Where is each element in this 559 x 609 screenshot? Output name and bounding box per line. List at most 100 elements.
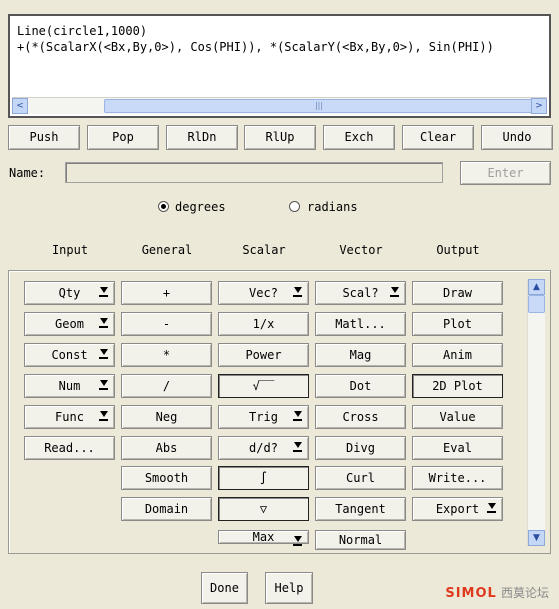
scroll-right-icon[interactable]: >	[531, 98, 547, 114]
dropdown-arrow-icon	[99, 411, 109, 421]
dropdown-arrow-icon	[99, 318, 109, 328]
input-const-button-label: Const	[51, 348, 88, 362]
scalar-trig-button-label: Trig	[249, 410, 278, 424]
vector-scal-button[interactable]: Scal?	[315, 281, 406, 305]
expression-textarea[interactable]: Line(circle1,1000) +(*(ScalarX(<Bx,By,0>…	[8, 14, 551, 118]
radio-selected-dot	[161, 204, 166, 209]
output-export-button[interactable]: Export	[412, 497, 503, 521]
expression-line-2: +(*(ScalarX(<Bx,By,0>), Cos(PHI)), *(Sca…	[17, 40, 494, 54]
vector-divg-button-label: Divg	[346, 441, 375, 455]
input-read-button[interactable]: Read...	[24, 436, 115, 460]
scalar-vec-button[interactable]: Vec?	[218, 281, 309, 305]
stack-rlup-button[interactable]: RlUp	[244, 125, 316, 150]
output-eval-button[interactable]: Eval	[412, 436, 503, 460]
scalar-power-button[interactable]: Power	[218, 343, 309, 367]
input-qty-button[interactable]: Qty	[24, 281, 115, 305]
output-anim-button[interactable]: Anim	[412, 343, 503, 367]
stack-exch-button-label: Exch	[344, 130, 374, 144]
stack-rlup-button-label: RlUp	[265, 130, 295, 144]
stack-push-button[interactable]: Push	[8, 125, 80, 150]
name-input[interactable]	[65, 162, 443, 183]
scalar-gradient-button[interactable]: ▽	[218, 497, 309, 521]
stack-exch-button[interactable]: Exch	[323, 125, 395, 150]
expression-line-1: Line(circle1,1000)	[17, 24, 148, 38]
dropdown-arrow-icon	[293, 411, 303, 421]
input-num-button-label: Num	[58, 379, 81, 393]
watermark-brand: SIMOL	[445, 586, 497, 601]
general-divide-button-label: /	[162, 379, 171, 393]
stack-rldn-button-label: RlDn	[187, 130, 217, 144]
horizontal-scrollbar[interactable]: < ||| >	[12, 97, 547, 114]
general-plus-button-label: +	[162, 286, 171, 300]
column-header-vector: Vector	[339, 243, 383, 257]
vector-tangent-button[interactable]: Tangent	[315, 497, 406, 521]
vector-divg-button[interactable]: Divg	[315, 436, 406, 460]
vector-cross-button-label: Cross	[342, 410, 379, 424]
scalar-trig-button[interactable]: Trig	[218, 405, 309, 429]
output-2d-plot-button[interactable]: 2D Plot	[412, 374, 503, 398]
general-neg-button[interactable]: Neg	[121, 405, 212, 429]
vector-dot-button[interactable]: Dot	[315, 374, 406, 398]
degrees-radio[interactable]	[158, 201, 169, 212]
stack-rldn-button[interactable]: RlDn	[166, 125, 238, 150]
input-func-button[interactable]: Func	[24, 405, 115, 429]
dropdown-arrow-icon	[487, 503, 497, 513]
scroll-up-icon[interactable]: ▲	[528, 279, 545, 295]
vector-scal-button-label: Scal?	[342, 286, 379, 300]
stack-undo-button-label: Undo	[502, 130, 532, 144]
name-label: Name:	[9, 166, 46, 180]
stack-clear-button[interactable]: Clear	[402, 125, 474, 150]
output-draw-button[interactable]: Draw	[412, 281, 503, 305]
scalar-integral-button[interactable]: ∫	[218, 466, 309, 490]
output-write-button[interactable]: Write...	[412, 466, 503, 490]
watermark-logo: SIMOL 西莫论坛	[445, 584, 549, 601]
vector-curl-button[interactable]: Curl	[315, 466, 406, 490]
vector-dot-button-label: Dot	[349, 379, 372, 393]
horizontal-scroll-thumb[interactable]: |||	[104, 99, 534, 113]
scalar-sqrt-button[interactable]: √‾‾	[218, 374, 309, 398]
scroll-left-icon[interactable]: <	[12, 98, 28, 114]
input-const-button[interactable]: Const	[24, 343, 115, 367]
input-geom-button[interactable]: Geom	[24, 312, 115, 336]
input-num-button[interactable]: Num	[24, 374, 115, 398]
vector-mag-button[interactable]: Mag	[315, 343, 406, 367]
vector-normal-button-label: Normal	[338, 533, 383, 547]
scalar-gradient-button-label: ▽	[259, 502, 268, 516]
vector-normal-button[interactable]: Normal	[315, 530, 406, 550]
general-multiply-button-label: *	[162, 348, 171, 362]
scalar-integral-button-label: ∫	[259, 471, 268, 485]
general-minus-button[interactable]: -	[121, 312, 212, 336]
general-domain-button[interactable]: Domain	[121, 497, 212, 521]
enter-button[interactable]: Enter	[460, 161, 551, 185]
scalar-sqrt-button-label: √‾‾	[252, 379, 275, 393]
output-plot-button[interactable]: Plot	[412, 312, 503, 336]
output-draw-button-label: Draw	[443, 286, 472, 300]
general-minus-button-label: -	[162, 317, 171, 331]
general-divide-button[interactable]: /	[121, 374, 212, 398]
help-button[interactable]: Help	[265, 572, 313, 604]
general-smooth-button[interactable]: Smooth	[121, 466, 212, 490]
scroll-down-icon[interactable]: ▼	[528, 530, 545, 546]
dropdown-arrow-icon	[99, 287, 109, 297]
scalar-inverse-button[interactable]: 1/x	[218, 312, 309, 336]
output-anim-button-label: Anim	[443, 348, 472, 362]
radians-radio[interactable]	[289, 201, 300, 212]
stack-pop-button[interactable]: Pop	[87, 125, 159, 150]
scalar-max-button[interactable]: Max	[218, 530, 309, 546]
stack-undo-button[interactable]: Undo	[481, 125, 553, 150]
enter-button-label: Enter	[487, 166, 524, 180]
general-plus-button[interactable]: +	[121, 281, 212, 305]
vertical-scroll-thumb[interactable]	[528, 295, 545, 313]
output-2d-plot-button-label: 2D Plot	[432, 379, 483, 393]
vertical-scrollbar[interactable]: ▲ ▼	[527, 279, 545, 546]
scalar-derivative-button[interactable]: d/d?	[218, 436, 309, 460]
stack-clear-button-label: Clear	[419, 130, 457, 144]
vector-cross-button[interactable]: Cross	[315, 405, 406, 429]
general-abs-button[interactable]: Abs	[121, 436, 212, 460]
output-value-button[interactable]: Value	[412, 405, 503, 429]
vector-matl-button[interactable]: Matl...	[315, 312, 406, 336]
done-button[interactable]: Done	[201, 572, 248, 604]
scalar-vec-button-label: Vec?	[249, 286, 278, 300]
done-button-label: Done	[210, 581, 239, 595]
general-multiply-button[interactable]: *	[121, 343, 212, 367]
